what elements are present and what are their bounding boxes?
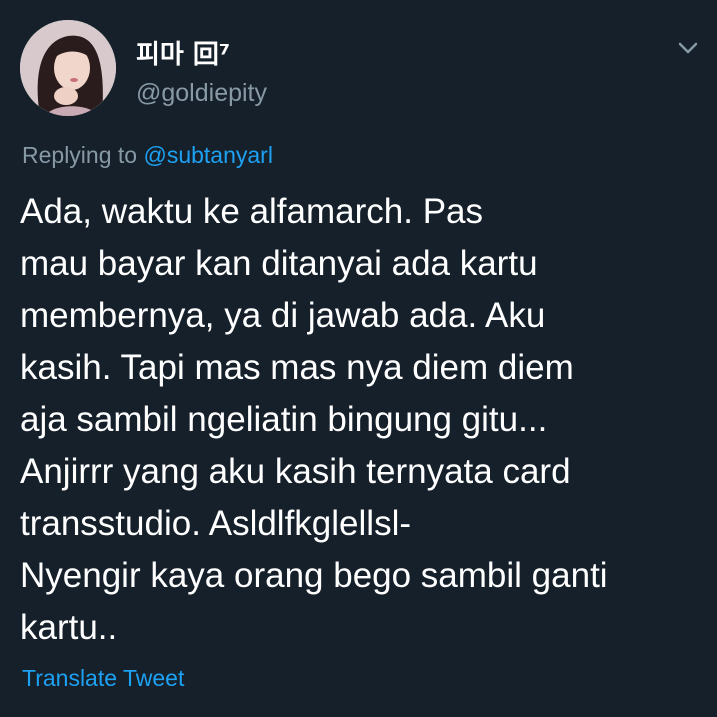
tweet-card: 피마 回⁷ @goldiepity Replying to @subtanyar… bbox=[0, 0, 717, 717]
avatar[interactable] bbox=[20, 20, 116, 116]
user-handle[interactable]: @goldiepity bbox=[136, 79, 267, 108]
replying-to-link[interactable]: @subtanyarl bbox=[143, 142, 272, 168]
tweet-text: Ada, waktu ke alfamarch. Pas mau bayar k… bbox=[20, 192, 608, 647]
avatar-photo-icon bbox=[20, 20, 116, 116]
replying-prefix: Replying to bbox=[22, 142, 144, 168]
display-name[interactable]: 피마 回⁷ bbox=[136, 34, 230, 71]
replying-to: Replying to @subtanyarl bbox=[22, 142, 273, 169]
translate-tweet-link[interactable]: Translate Tweet bbox=[22, 665, 184, 692]
chevron-down-icon[interactable] bbox=[674, 34, 702, 62]
